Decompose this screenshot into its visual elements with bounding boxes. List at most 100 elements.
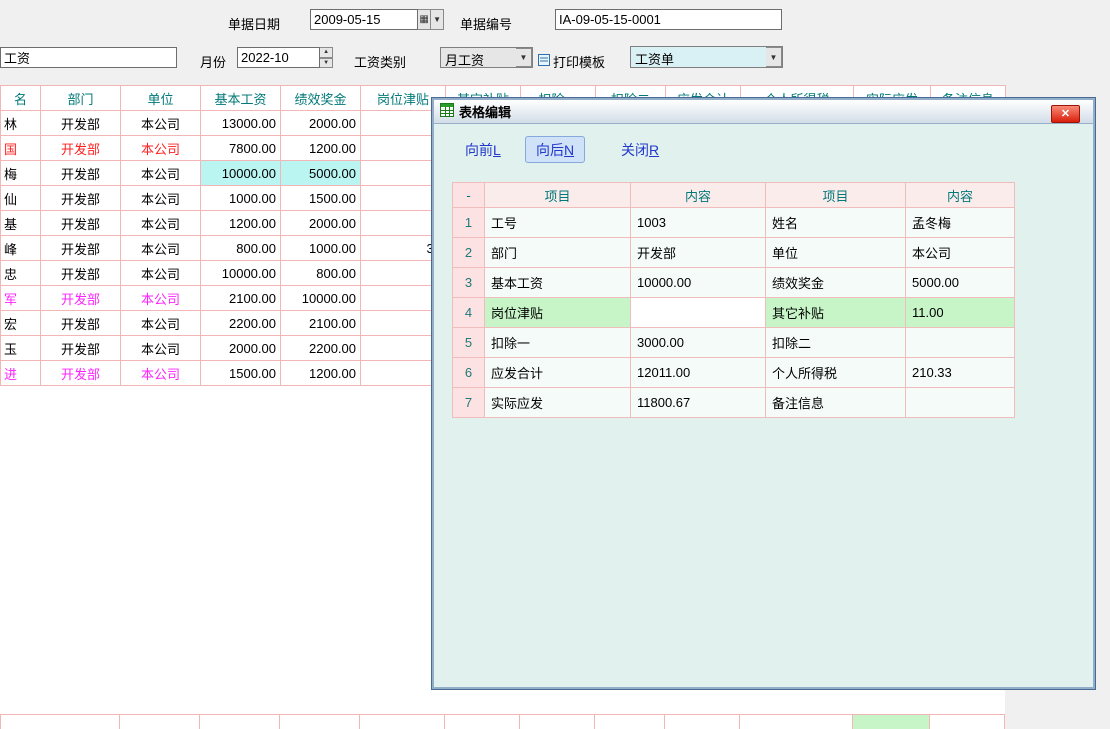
edit-cell-value[interactable]: 12011.00 xyxy=(631,358,766,388)
cell-dept[interactable]: 开发部 xyxy=(41,111,121,136)
salary-title-field xyxy=(0,47,177,68)
cell-unit[interactable]: 本公司 xyxy=(121,311,201,336)
edit-cell-value[interactable] xyxy=(906,388,1015,418)
cell-dept[interactable]: 开发部 xyxy=(41,286,121,311)
month-input[interactable] xyxy=(237,47,320,68)
edit-cell-value[interactable]: 3000.00 xyxy=(631,328,766,358)
edit-cell-value[interactable]: 本公司 xyxy=(906,238,1015,268)
cell-bonus[interactable]: 1000.00 xyxy=(281,236,361,261)
edit-cell-value[interactable]: 11800.67 xyxy=(631,388,766,418)
edit-col-header-value-1: 内容 xyxy=(631,183,766,208)
summary-cell xyxy=(930,714,1005,729)
cell-name[interactable]: 忠 xyxy=(1,261,41,286)
cell-bonus[interactable]: 5000.00 xyxy=(281,161,361,186)
cell-name[interactable]: 军 xyxy=(1,286,41,311)
edit-cell-value[interactable]: 210.33 xyxy=(906,358,1015,388)
cell-base-salary[interactable]: 10000.00 xyxy=(201,161,281,186)
print-template-label: 打印模板 xyxy=(553,52,605,71)
col-header-dept: 部门 xyxy=(41,86,121,111)
edit-cell-item-label: 备注信息 xyxy=(766,388,906,418)
cell-base-salary[interactable]: 13000.00 xyxy=(201,111,281,136)
edit-cell-value[interactable] xyxy=(631,298,766,328)
dialog-titlebar[interactable]: 表格编辑 xyxy=(434,100,1093,124)
edit-cell-value[interactable]: 10000.00 xyxy=(631,268,766,298)
backward-button[interactable]: 向后N xyxy=(525,136,585,163)
edit-cell-value[interactable]: 5000.00 xyxy=(906,268,1015,298)
cell-unit[interactable]: 本公司 xyxy=(121,111,201,136)
cell-base-salary[interactable]: 2200.00 xyxy=(201,311,281,336)
edit-grid-row: 7 实际应发 11800.67 备注信息 xyxy=(453,388,1015,418)
payroll-app-window: 单据日期 ▦ ▼ 单据编号 月份 ▲ ▼ 工资类别 月工资 ▼ 打印模板 工资单… xyxy=(0,0,1110,729)
cell-base-salary[interactable]: 7800.00 xyxy=(201,136,281,161)
salary-type-dropdown-arrow-icon[interactable]: ▼ xyxy=(516,48,532,67)
print-template-combo[interactable]: 工资单 ▼ xyxy=(630,46,783,68)
cell-bonus[interactable]: 2000.00 xyxy=(281,211,361,236)
cell-bonus[interactable]: 2000.00 xyxy=(281,111,361,136)
cell-unit[interactable]: 本公司 xyxy=(121,186,201,211)
cell-unit[interactable]: 本公司 xyxy=(121,286,201,311)
cell-base-salary[interactable]: 1200.00 xyxy=(201,211,281,236)
doc-no-input[interactable] xyxy=(555,9,782,30)
cell-base-salary[interactable]: 800.00 xyxy=(201,236,281,261)
cell-base-salary[interactable]: 2000.00 xyxy=(201,336,281,361)
spin-down-icon[interactable]: ▼ xyxy=(320,58,333,69)
edit-grid-header-row: - 项目 内容 项目 内容 xyxy=(453,183,1015,208)
cell-base-salary[interactable]: 1500.00 xyxy=(201,361,281,386)
doc-date-input[interactable] xyxy=(310,9,418,30)
cell-name[interactable]: 峰 xyxy=(1,236,41,261)
salary-type-combo[interactable]: 月工资 ▼ xyxy=(440,47,533,68)
cell-bonus[interactable]: 800.00 xyxy=(281,261,361,286)
summary-cell xyxy=(740,714,853,729)
cell-dept[interactable]: 开发部 xyxy=(41,236,121,261)
cell-unit[interactable]: 本公司 xyxy=(121,211,201,236)
edit-cell-value[interactable] xyxy=(906,328,1015,358)
cell-dept[interactable]: 开发部 xyxy=(41,136,121,161)
edit-grid-row: 3 基本工资 10000.00 绩效奖金 5000.00 xyxy=(453,268,1015,298)
cell-unit[interactable]: 本公司 xyxy=(121,161,201,186)
dialog-close-button[interactable]: ✕ xyxy=(1051,105,1080,123)
cell-name[interactable]: 林 xyxy=(1,111,41,136)
cell-base-salary[interactable]: 10000.00 xyxy=(201,261,281,286)
forward-button[interactable]: 向前L xyxy=(454,136,512,163)
backward-button-label: 向后 xyxy=(536,142,564,158)
cell-base-salary[interactable]: 1000.00 xyxy=(201,186,281,211)
spin-up-icon[interactable]: ▲ xyxy=(320,47,333,58)
cell-unit[interactable]: 本公司 xyxy=(121,136,201,161)
edit-cell-value[interactable]: 1003 xyxy=(631,208,766,238)
doc-date-dropdown-arrow-icon[interactable]: ▼ xyxy=(431,9,444,30)
close-button[interactable]: 关闭R xyxy=(610,136,670,163)
salary-title-input[interactable] xyxy=(0,47,177,68)
cell-name[interactable]: 梅 xyxy=(1,161,41,186)
cell-dept[interactable]: 开发部 xyxy=(41,161,121,186)
cell-bonus[interactable]: 1500.00 xyxy=(281,186,361,211)
cell-unit[interactable]: 本公司 xyxy=(121,261,201,286)
cell-base-salary[interactable]: 2100.00 xyxy=(201,286,281,311)
cell-bonus[interactable]: 1200.00 xyxy=(281,361,361,386)
cell-name[interactable]: 基 xyxy=(1,211,41,236)
edit-cell-value[interactable]: 11.00 xyxy=(906,298,1015,328)
edit-cell-value[interactable]: 孟冬梅 xyxy=(906,208,1015,238)
cell-name[interactable]: 玉 xyxy=(1,336,41,361)
edit-col-header-index: - xyxy=(453,183,485,208)
cell-dept[interactable]: 开发部 xyxy=(41,261,121,286)
cell-dept[interactable]: 开发部 xyxy=(41,211,121,236)
cell-name[interactable]: 国 xyxy=(1,136,41,161)
cell-dept[interactable]: 开发部 xyxy=(41,336,121,361)
cell-name[interactable]: 仙 xyxy=(1,186,41,211)
cell-dept[interactable]: 开发部 xyxy=(41,361,121,386)
cell-bonus[interactable]: 1200.00 xyxy=(281,136,361,161)
cell-dept[interactable]: 开发部 xyxy=(41,311,121,336)
cell-bonus[interactable]: 2100.00 xyxy=(281,311,361,336)
backward-button-mnemonic: N xyxy=(564,142,574,158)
cell-name[interactable]: 进 xyxy=(1,361,41,386)
edit-cell-value[interactable]: 开发部 xyxy=(631,238,766,268)
cell-unit[interactable]: 本公司 xyxy=(121,236,201,261)
cell-name[interactable]: 宏 xyxy=(1,311,41,336)
calendar-icon[interactable]: ▦ xyxy=(418,9,431,30)
cell-bonus[interactable]: 10000.00 xyxy=(281,286,361,311)
print-template-dropdown-arrow-icon[interactable]: ▼ xyxy=(766,47,782,67)
cell-bonus[interactable]: 2200.00 xyxy=(281,336,361,361)
cell-dept[interactable]: 开发部 xyxy=(41,186,121,211)
cell-unit[interactable]: 本公司 xyxy=(121,361,201,386)
cell-unit[interactable]: 本公司 xyxy=(121,336,201,361)
